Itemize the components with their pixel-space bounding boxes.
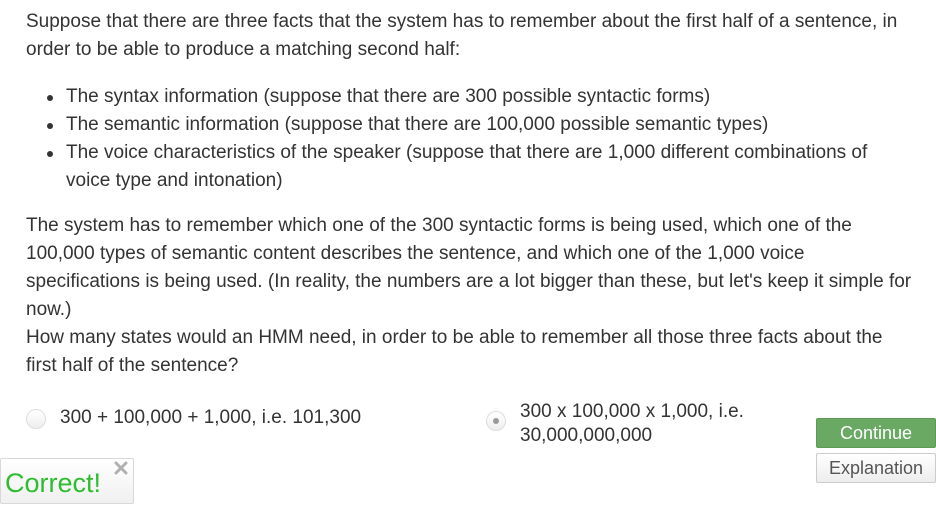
radio-button[interactable] — [26, 409, 46, 429]
feedback-box: Correct! — [0, 458, 134, 504]
question-content: Suppose that there are three facts that … — [26, 8, 916, 380]
radio-button-selected[interactable] — [486, 411, 506, 431]
answer-options: 300 + 100,000 + 1,000, i.e. 101,300 300 … — [26, 400, 786, 452]
question-prompt: How many states would an HMM need, in or… — [26, 327, 883, 376]
explanation-button[interactable]: Explanation — [816, 453, 936, 483]
feedback-text: Correct! — [5, 468, 102, 498]
answer-option-label: 300 + 100,000 + 1,000, i.e. 101,300 — [60, 407, 362, 428]
answer-option-product[interactable]: 300 x 100,000 x 1,000, i.e. 30,000,000,0… — [486, 400, 780, 448]
question-intro: Suppose that there are three facts that … — [26, 11, 898, 60]
continue-button[interactable]: Continue — [816, 418, 936, 448]
fact-item-semantic: The semantic information (suppose that t… — [47, 111, 916, 139]
facts-list: The syntax information (suppose that the… — [26, 83, 916, 195]
fact-item-voice: The voice characteristics of the speaker… — [47, 139, 916, 195]
answer-option-label: 300 x 100,000 x 1,000, i.e. 30,000,000,0… — [520, 401, 744, 446]
question-explanation-text: The system has to remember which one of … — [26, 215, 912, 320]
close-icon[interactable] — [112, 459, 130, 477]
fact-item-syntax: The syntax information (suppose that the… — [47, 83, 916, 111]
answer-option-sum[interactable]: 300 + 100,000 + 1,000, i.e. 101,300 — [26, 406, 361, 430]
